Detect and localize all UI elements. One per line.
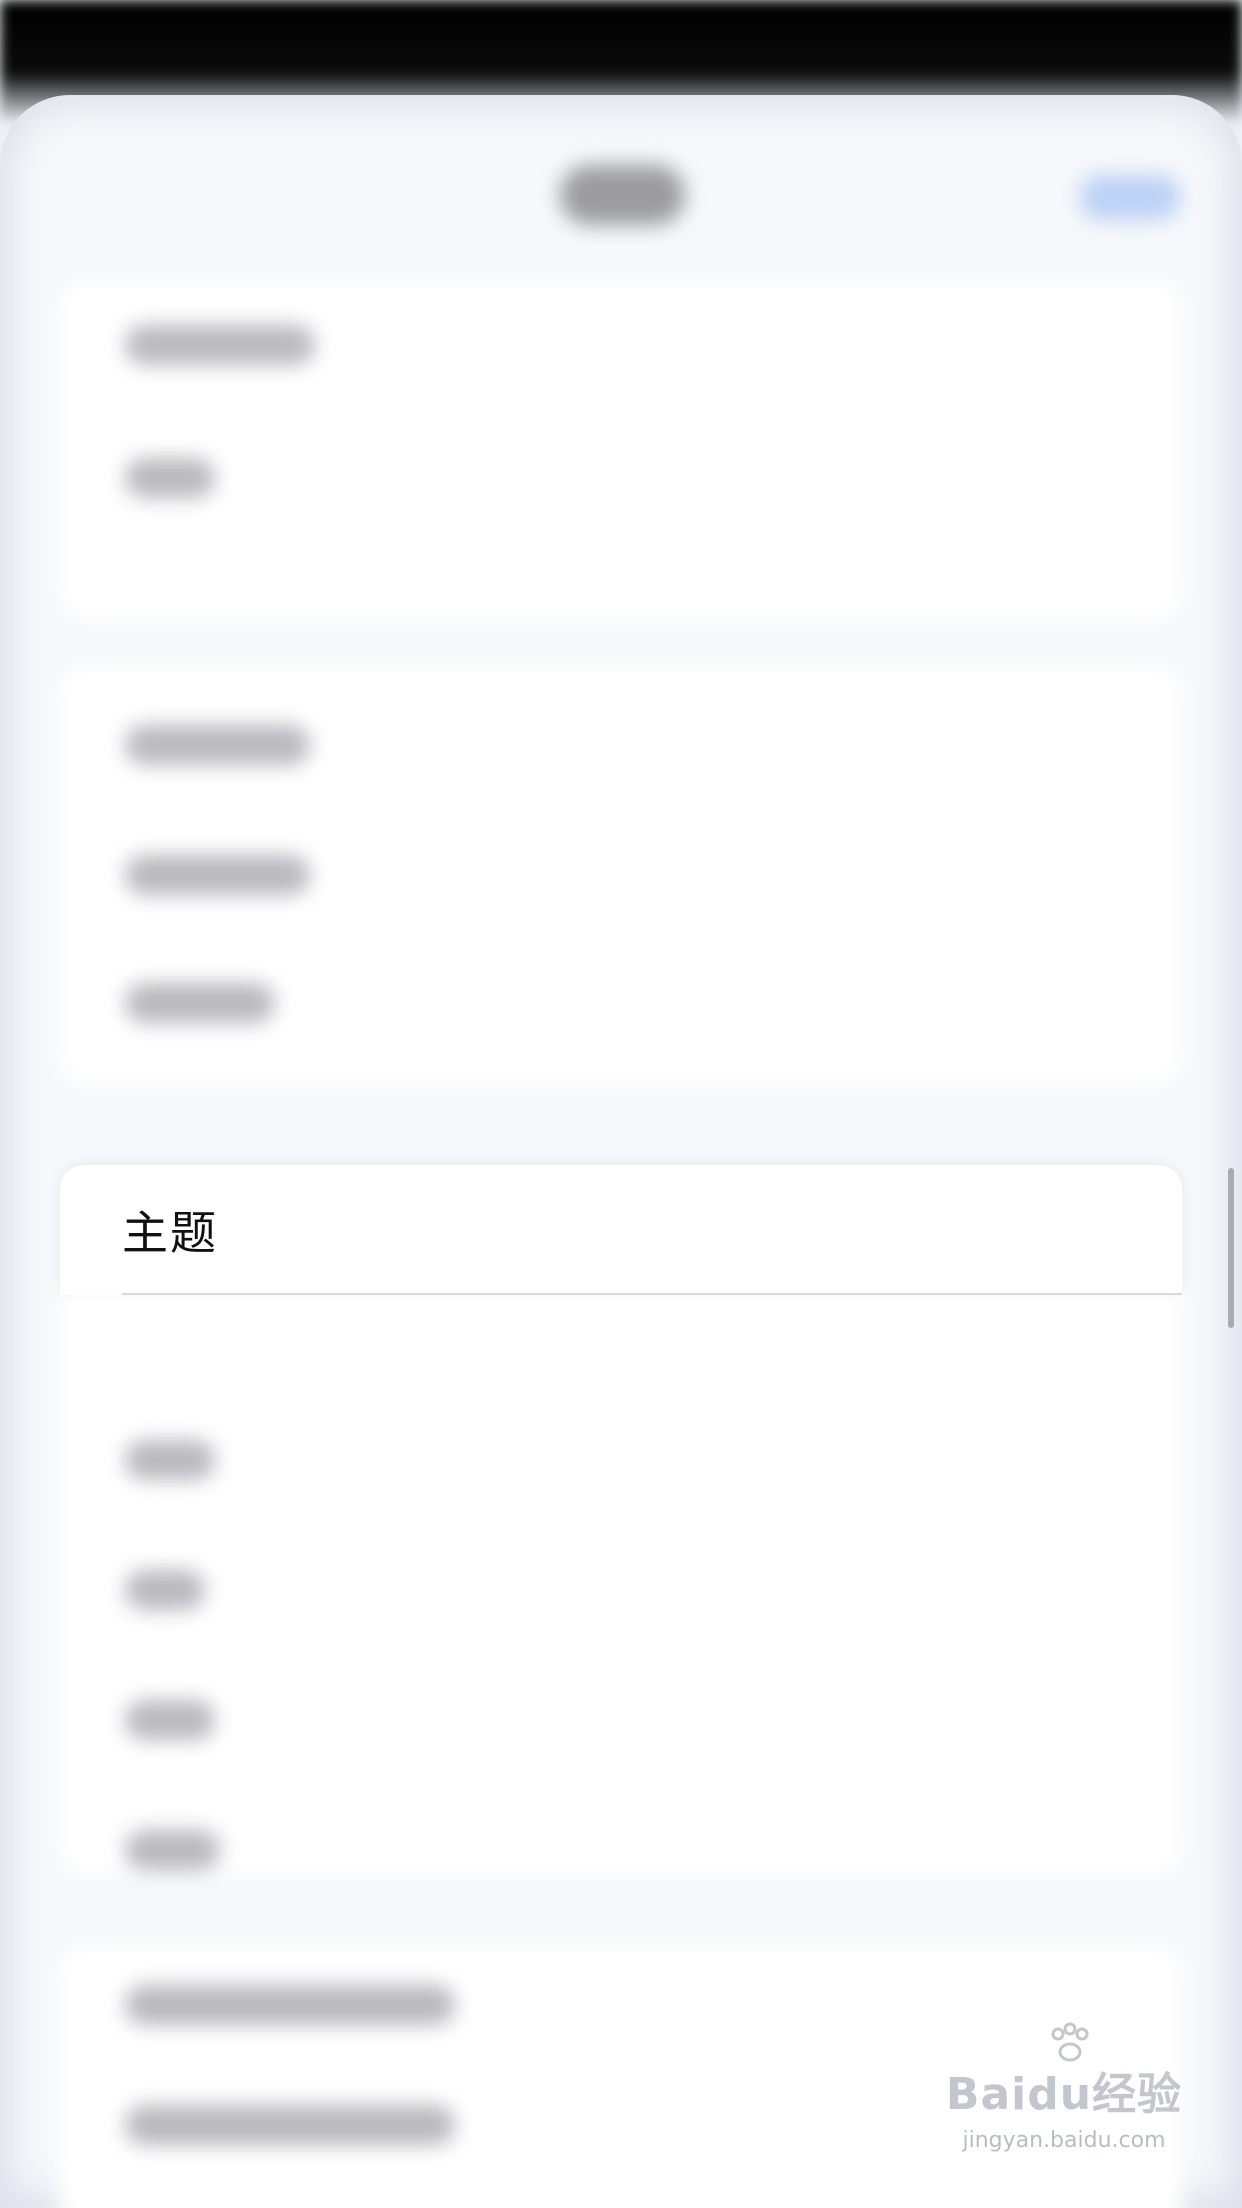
blurred-row[interactable] xyxy=(125,725,310,765)
watermark: Baidu经验 jingyan.baidu.com xyxy=(944,2022,1184,2178)
blurred-row[interactable] xyxy=(125,855,310,895)
nav-title-placeholder xyxy=(560,165,685,225)
scroll-indicator[interactable] xyxy=(1228,1168,1234,1328)
settings-sheet xyxy=(0,95,1242,2208)
blurred-row[interactable] xyxy=(125,458,215,498)
nav-action-button[interactable] xyxy=(1080,175,1180,220)
blurred-row[interactable] xyxy=(125,983,275,1023)
blurred-background xyxy=(0,95,1242,2208)
settings-group-1 xyxy=(60,280,1182,620)
blurred-row[interactable] xyxy=(125,1700,215,1740)
blurred-row[interactable] xyxy=(125,1985,455,2025)
blurred-row[interactable] xyxy=(125,1570,205,1610)
row-divider xyxy=(122,1293,1182,1295)
blurred-row[interactable] xyxy=(125,325,315,365)
settings-group-3 xyxy=(60,1275,1182,1875)
blurred-row[interactable] xyxy=(125,2105,455,2145)
blurred-row[interactable] xyxy=(125,1830,220,1870)
watermark-logo: Baidu经验 xyxy=(945,2069,1183,2120)
watermark-url: jingyan.baidu.com xyxy=(962,2128,1166,2153)
paw-icon xyxy=(1051,2022,1089,2062)
blurred-row[interactable] xyxy=(125,1440,215,1480)
theme-row[interactable]: 主题 xyxy=(60,1165,1182,1295)
settings-group-2 xyxy=(60,665,1182,1085)
theme-row-label: 主题 xyxy=(122,1206,218,1260)
